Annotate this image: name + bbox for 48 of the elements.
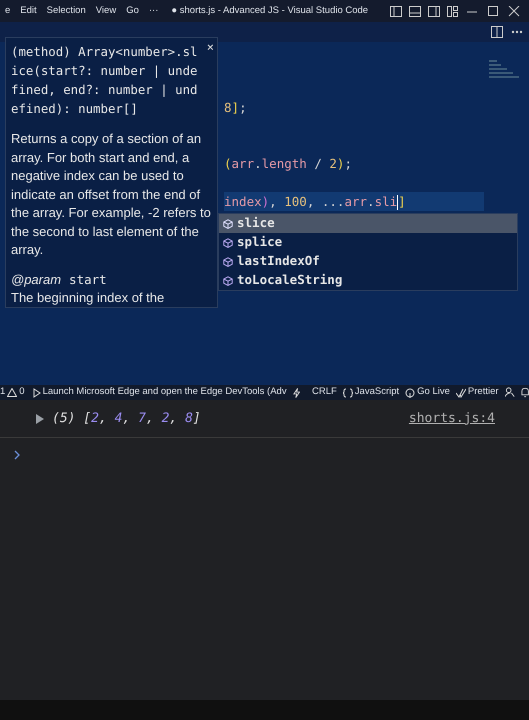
menu-item[interactable]: Selection bbox=[42, 4, 91, 18]
menu-item[interactable]: e bbox=[0, 4, 16, 18]
source-link[interactable]: shorts.js:4 bbox=[408, 408, 495, 428]
suggestion-item[interactable]: splice bbox=[219, 233, 517, 252]
prompt-chevron-icon bbox=[14, 450, 20, 460]
status-item[interactable]: CRLF bbox=[312, 385, 337, 400]
param-name: start bbox=[69, 272, 107, 286]
braces-icon bbox=[342, 388, 353, 398]
method-description: Returns a copy of a section of an array. For both start and end, a negative index can be used to indicate an offset from the end of the array. For example, -2 refers to the second to last element of the array. bbox=[11, 130, 212, 259]
split-editor-icon[interactable] bbox=[491, 26, 503, 38]
menu-item[interactable]: View bbox=[90, 4, 122, 18]
broadcast-icon bbox=[405, 388, 416, 398]
expand-triangle-icon[interactable] bbox=[36, 414, 44, 424]
problems-status[interactable]: 1 0 bbox=[0, 385, 25, 400]
bolt-icon bbox=[292, 388, 300, 398]
debug-launch-icon bbox=[30, 388, 41, 398]
suggestion-item[interactable]: lastIndexOf bbox=[219, 252, 517, 271]
code-line: 8]; bbox=[224, 99, 248, 117]
bell-icon[interactable] bbox=[520, 387, 529, 398]
status-item[interactable]: Go Live bbox=[405, 385, 450, 400]
maximize-icon[interactable] bbox=[486, 6, 500, 16]
menu-item[interactable]: Edit bbox=[15, 4, 42, 18]
status-item[interactable]: Prettier bbox=[456, 385, 499, 400]
toggle-sidebar-icon[interactable] bbox=[390, 6, 402, 16]
menu-item[interactable]: ··· bbox=[144, 4, 164, 18]
cube-icon bbox=[223, 218, 233, 228]
toggle-panel-icon[interactable] bbox=[409, 6, 421, 16]
cube-icon bbox=[223, 256, 233, 266]
status-item[interactable]: JavaScript bbox=[342, 385, 400, 400]
customize-layout-icon[interactable] bbox=[447, 6, 458, 16]
menu-item[interactable]: Go bbox=[121, 4, 144, 18]
param-tag: @param bbox=[11, 272, 62, 286]
more-actions-icon[interactable] bbox=[511, 30, 523, 34]
code-line: (arr.length / 2); bbox=[224, 155, 353, 173]
close-icon[interactable] bbox=[507, 6, 521, 16]
param-description: The beginning index of the bbox=[11, 289, 166, 307]
warning-icon bbox=[7, 388, 18, 397]
suggestion-item[interactable]: toLocaleString bbox=[219, 271, 517, 290]
window-title: ● shorts.js - Advanced JS - Visual Studio Code bbox=[171, 4, 368, 18]
console-array: (5) [2, 4, 7, 2, 8] bbox=[52, 410, 201, 428]
launch-status[interactable]: Launch Microsoft Edge and open the Edge DevTools (Adv bbox=[30, 385, 287, 400]
close-hover-button[interactable]: × bbox=[206, 38, 214, 56]
toggle-secondary-sidebar-icon[interactable] bbox=[428, 6, 440, 16]
double-check-icon bbox=[456, 388, 466, 398]
suggestion-item[interactable]: slice bbox=[219, 214, 517, 233]
cube-icon bbox=[223, 276, 233, 286]
cube-icon bbox=[223, 238, 233, 248]
method-signature: (method) Array<number>.slice(start?: number | undefined, end?: number | undefined): number[] bbox=[11, 43, 198, 118]
